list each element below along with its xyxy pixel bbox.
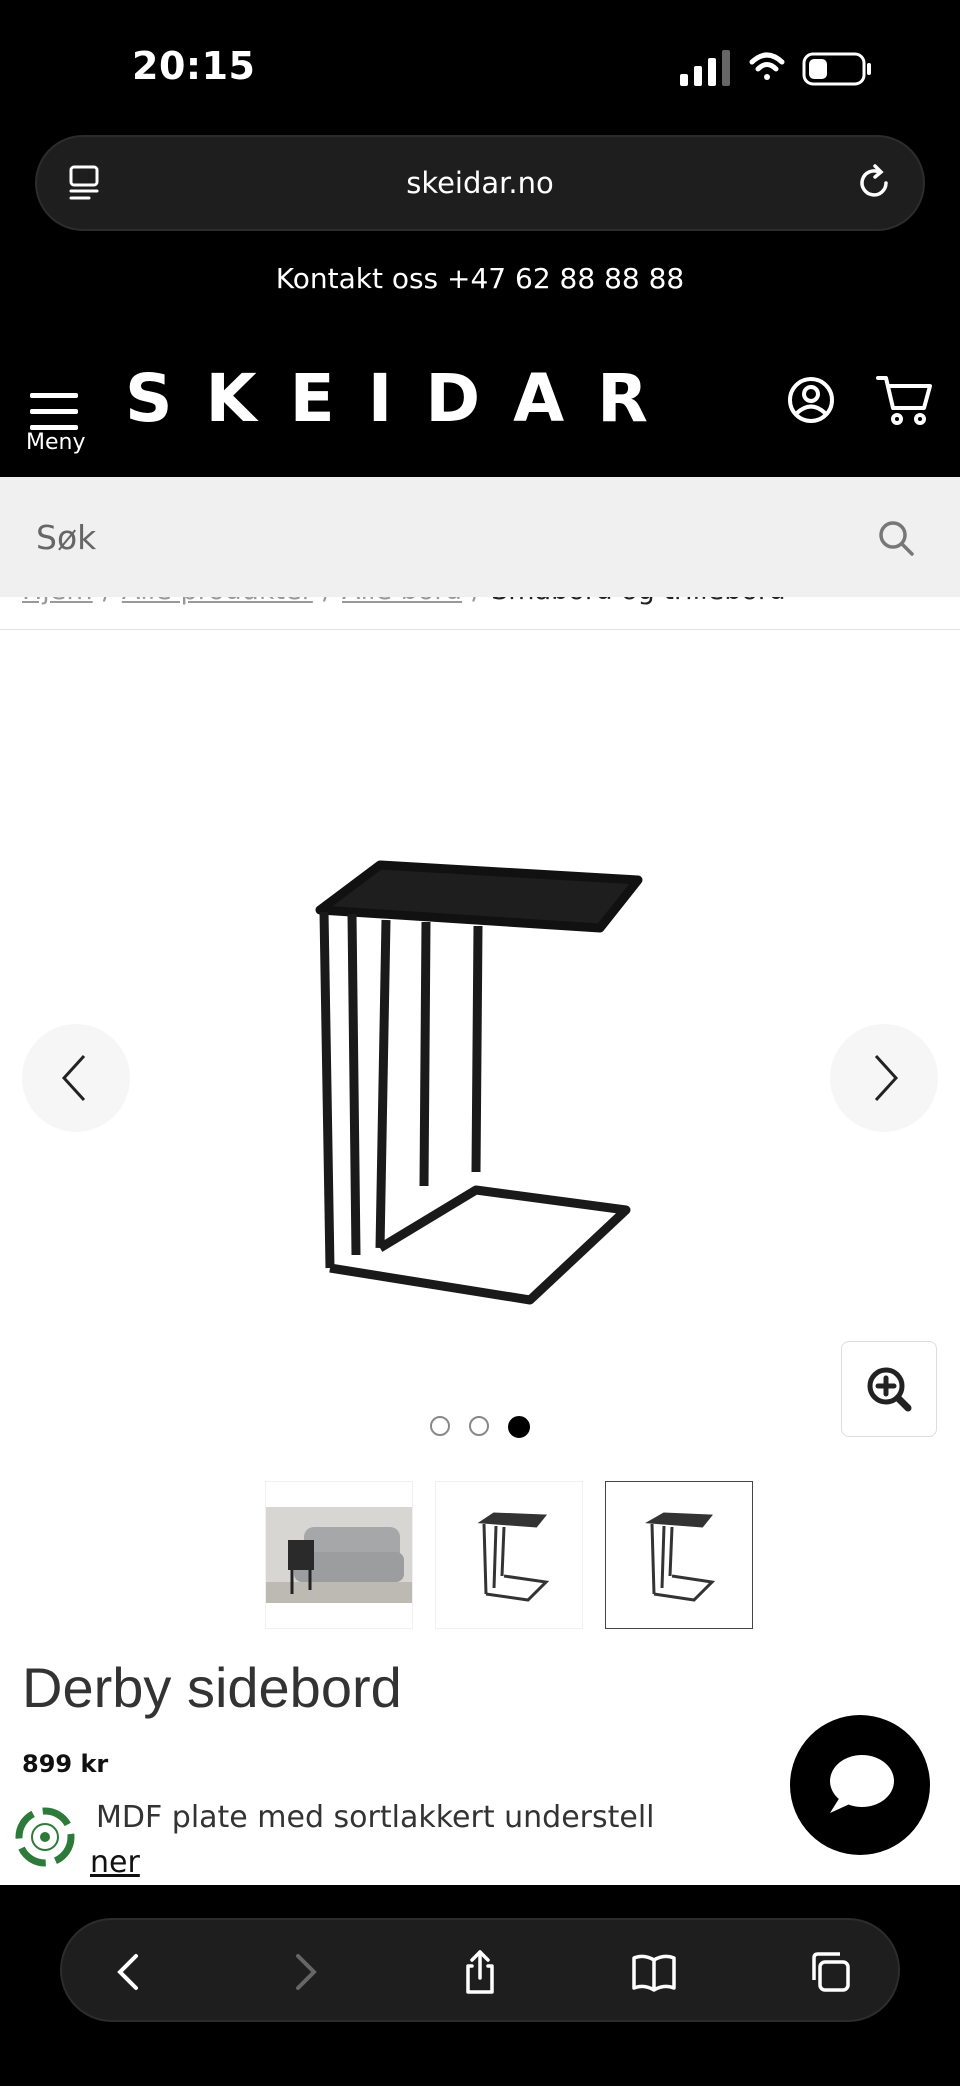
tabs-icon[interactable] xyxy=(806,1948,854,1996)
search-input[interactable]: Søk xyxy=(36,477,96,599)
chevron-right-icon xyxy=(874,1054,899,1102)
wifi-icon xyxy=(749,52,785,80)
share-icon[interactable] xyxy=(456,1948,504,1996)
gallery-dot-active[interactable] xyxy=(508,1416,530,1438)
cart-icon[interactable] xyxy=(876,372,934,428)
zoom-button[interactable] xyxy=(841,1341,937,1437)
read-more-link[interactable]: ner xyxy=(90,1845,140,1880)
eco-label-icon xyxy=(15,1807,75,1867)
thumbnail-image xyxy=(266,1507,412,1603)
page-settings-icon[interactable] xyxy=(65,163,105,203)
divider xyxy=(0,629,960,630)
product-title: Derby sidebord xyxy=(22,1656,402,1719)
thumbnail-1[interactable] xyxy=(265,1481,413,1629)
menu-label[interactable]: Meny xyxy=(26,430,85,455)
product-price: 899 kr xyxy=(22,1750,109,1778)
battery-icon xyxy=(802,52,871,86)
product-description: MDF plate med sortlakkert understell xyxy=(96,1800,655,1835)
chevron-left-icon xyxy=(61,1054,86,1102)
back-icon[interactable] xyxy=(106,1948,154,1996)
site-logo[interactable]: SKEIDAR xyxy=(125,360,681,437)
bookmarks-icon[interactable] xyxy=(630,1948,678,1996)
forward-icon[interactable] xyxy=(280,1948,328,1996)
zoom-in-icon xyxy=(867,1367,912,1412)
thumbnail-image xyxy=(645,1512,716,1602)
status-icons xyxy=(680,50,871,86)
reload-icon[interactable] xyxy=(853,161,897,205)
contact-text[interactable]: Kontakt oss +47 62 88 88 88 xyxy=(0,262,960,295)
signal-icon xyxy=(680,50,730,86)
search-icon[interactable] xyxy=(876,518,916,558)
chat-button[interactable] xyxy=(790,1715,930,1855)
url-text: skeidar.no xyxy=(406,166,554,200)
prev-image-button[interactable] xyxy=(22,1024,130,1132)
thumbnail-2[interactable] xyxy=(435,1481,583,1629)
address-bar[interactable]: skeidar.no xyxy=(35,135,925,231)
thumbnail-image xyxy=(477,1512,550,1602)
product-image xyxy=(315,860,643,1305)
gallery-dot[interactable] xyxy=(430,1416,450,1436)
gallery-dot[interactable] xyxy=(469,1416,489,1436)
chat-bubble-icon xyxy=(830,1755,894,1813)
status-time: 20:15 xyxy=(132,44,256,88)
account-icon[interactable] xyxy=(786,375,836,425)
browser-toolbar xyxy=(60,1918,900,2022)
thumbnail-3[interactable] xyxy=(605,1481,753,1629)
gallery-dots xyxy=(428,1416,538,1442)
next-image-button[interactable] xyxy=(830,1024,938,1132)
search-bar[interactable]: Søk xyxy=(0,477,960,597)
